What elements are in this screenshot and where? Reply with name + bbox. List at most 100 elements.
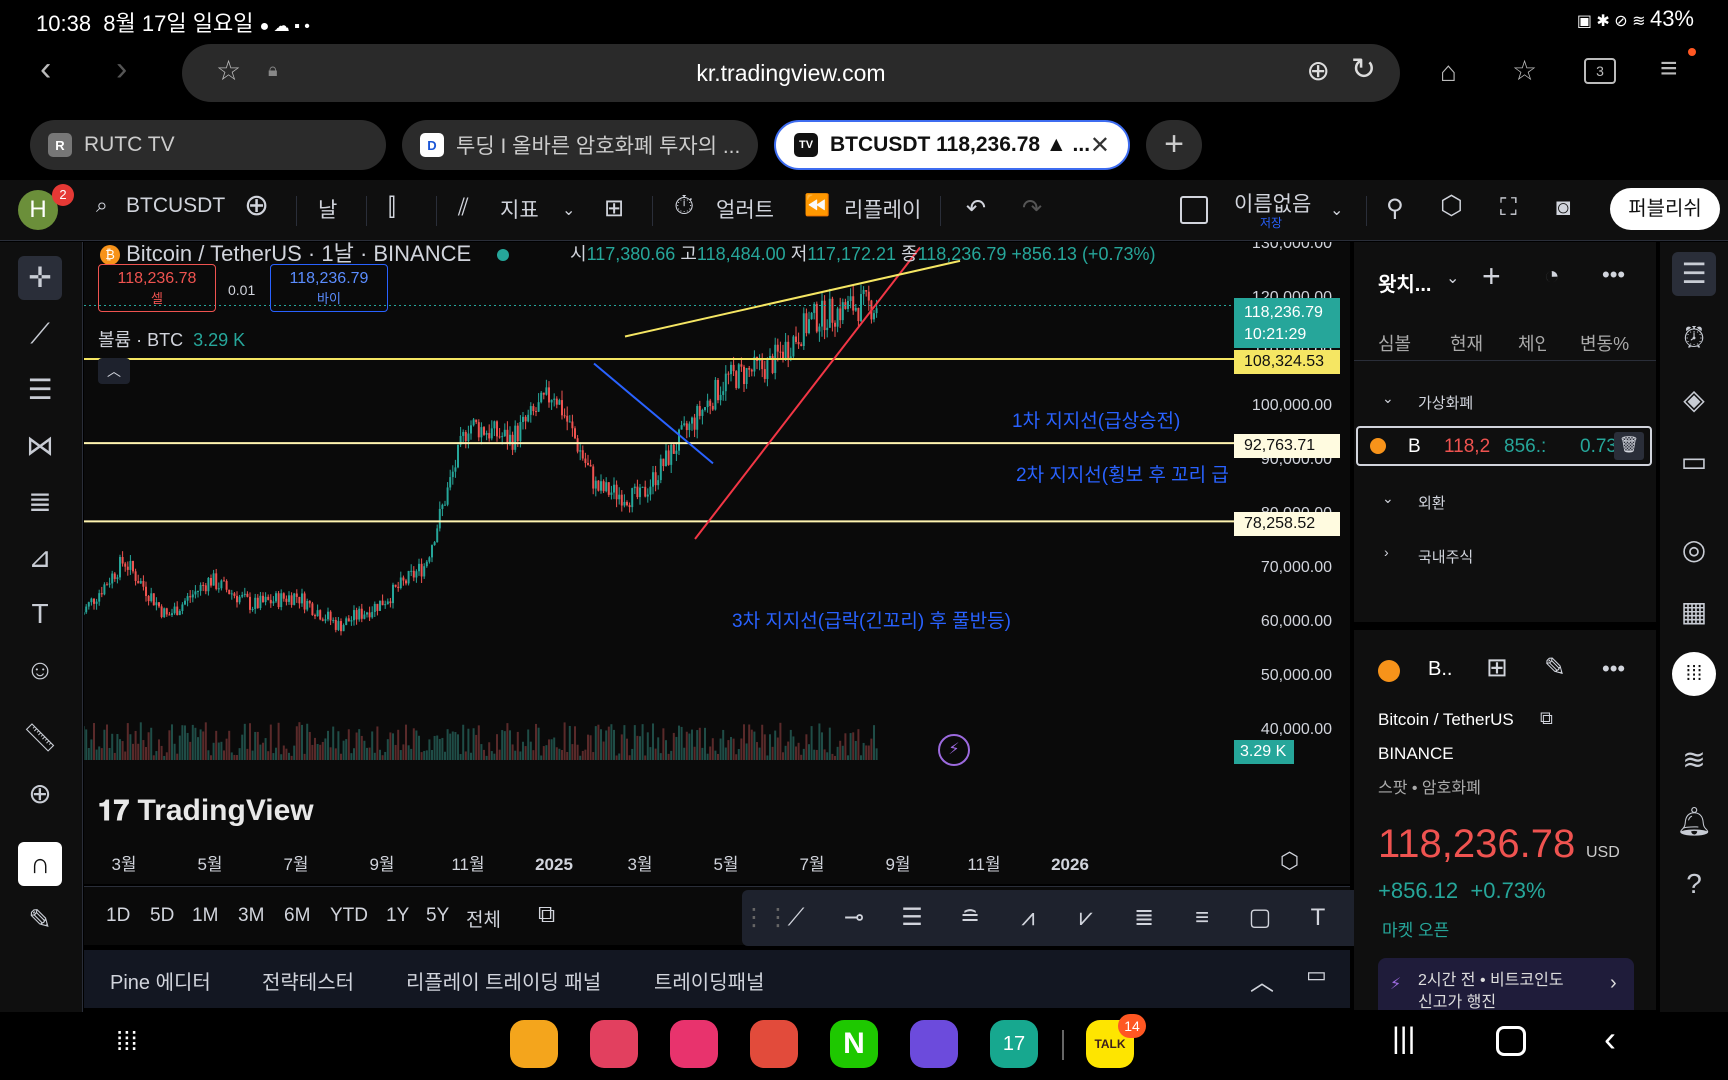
maximize-panel-icon[interactable]: ▭: [1306, 962, 1327, 988]
range-6m[interactable]: 6M: [284, 905, 310, 927]
calendar-icon[interactable]: ▦: [1672, 590, 1716, 634]
lightning-icon[interactable]: ⚡: [938, 734, 970, 766]
external-link-icon[interactable]: ⧉: [1540, 708, 1553, 729]
grid-icon[interactable]: ⊞: [1486, 652, 1508, 683]
camera-icon[interactable]: ◙: [1556, 194, 1571, 222]
back-button-icon[interactable]: ‹: [1604, 1018, 1616, 1060]
broadcast-icon[interactable]: ≋: [1672, 738, 1716, 782]
interval-button[interactable]: 날: [318, 194, 337, 224]
chevron-down-icon[interactable]: ⌄: [1446, 268, 1459, 288]
internet-app-icon[interactable]: [910, 1020, 958, 1068]
replay-icon[interactable]: ⏪: [804, 194, 830, 218]
crosshair-icon[interactable]: ✛: [18, 256, 62, 300]
price-chart[interactable]: 130,000.00120,000.00110,000.00100,000.00…: [84, 241, 1350, 884]
chevron-down-icon[interactable]: ⌄: [1330, 200, 1343, 220]
tab-tooding[interactable]: D 투딩 I 올바른 암호화폐 투자의 ...: [402, 120, 758, 170]
elliott-wave-icon[interactable]: ⩘: [1008, 900, 1048, 936]
bookmarks-icon[interactable]: ☆: [1512, 54, 1537, 87]
chevron-down-icon[interactable]: ⌄: [562, 200, 575, 220]
rectangle-tool-icon[interactable]: ▢: [1240, 900, 1280, 936]
tab-rutc[interactable]: R RUTC TV: [30, 120, 386, 170]
group-chevron-icon[interactable]: ⌄: [1382, 390, 1394, 407]
detail-name[interactable]: Bitcoin / TetherUS: [1378, 710, 1514, 730]
annotation-1[interactable]: 1차 지지선(급상승전): [1012, 406, 1180, 433]
publish-button[interactable]: 퍼블리쉬: [1610, 188, 1720, 230]
home-icon[interactable]: ⌂: [1440, 56, 1457, 88]
ruler-icon[interactable]: 📏︎: [18, 716, 62, 760]
range-ytd[interactable]: YTD: [330, 905, 368, 927]
flower-app-icon[interactable]: [670, 1020, 718, 1068]
fib-icon[interactable]: ≣: [18, 480, 62, 524]
parallel-lines-icon[interactable]: ☰: [892, 900, 932, 936]
watchlist-row-btc[interactable]: B 118,2 856.: 0.73 🗑︎: [1356, 426, 1652, 466]
help-icon[interactable]: ?: [1672, 862, 1716, 906]
col-change-pct[interactable]: 변동%: [1580, 330, 1629, 356]
home-button-icon[interactable]: [1496, 1026, 1526, 1056]
back-icon[interactable]: ‹: [40, 50, 51, 89]
quick-search-icon[interactable]: ⚲: [1386, 194, 1404, 223]
lock-drawings-icon[interactable]: ✎: [18, 898, 62, 942]
alert-button[interactable]: 얼러트: [716, 194, 774, 224]
tab-strategy-tester[interactable]: 전략테스터: [262, 966, 354, 995]
magnet-icon[interactable]: ∩: [18, 842, 62, 886]
range-1d[interactable]: 1D: [106, 905, 130, 927]
layouts-icon[interactable]: ⊞: [604, 194, 624, 223]
group-forex[interactable]: 외환: [1418, 492, 1446, 513]
notes-app-icon[interactable]: [750, 1020, 798, 1068]
horizontal-lines-icon[interactable]: ☰: [18, 368, 62, 412]
naver-app-icon[interactable]: N: [830, 1020, 878, 1068]
indicators-icon[interactable]: ⫽: [458, 194, 469, 222]
legend-title[interactable]: Bitcoin / TetherUS · 1날 · BINANCE: [126, 241, 471, 266]
indicators-button[interactable]: 지표: [500, 194, 539, 224]
tab-trading-panel[interactable]: 트레이딩패널: [654, 966, 764, 995]
symbol-search[interactable]: BTCUSDT: [126, 194, 225, 218]
zoom-in-icon[interactable]: ⊕: [18, 772, 62, 816]
emoji-icon[interactable]: ☺: [18, 648, 62, 692]
group-chevron-icon[interactable]: ⌄: [1382, 490, 1394, 507]
fullscreen-icon[interactable]: ⛶: [1500, 194, 1517, 222]
news-card[interactable]: ⚡ 2시간 전 • 비트코인도 신고가 행진 ›: [1378, 958, 1634, 1011]
group-kr-stocks[interactable]: 국내주식: [1418, 546, 1473, 567]
undo-icon[interactable]: ↶: [966, 194, 986, 223]
more-icon[interactable]: •••: [1602, 656, 1625, 682]
address-bar[interactable]: ☆ 🔒︎ kr.tradingview.com ⊕ ↻: [182, 44, 1400, 102]
range-5y[interactable]: 5Y: [426, 905, 449, 927]
alarm-clock-icon[interactable]: ⏰︎: [1672, 316, 1716, 360]
layout-square-icon[interactable]: [1180, 196, 1208, 224]
replay-button[interactable]: 리플레이: [844, 194, 921, 224]
add-symbol-icon[interactable]: +: [1482, 258, 1501, 295]
collapse-legend-button[interactable]: ︿: [98, 358, 130, 384]
range-1y[interactable]: 1Y: [386, 905, 409, 927]
range-5d[interactable]: 5D: [150, 905, 174, 927]
gallery-app-icon[interactable]: [590, 1020, 638, 1068]
abc-wave-icon[interactable]: ⩗: [1066, 900, 1106, 936]
group-crypto[interactable]: 가상화폐: [1418, 392, 1473, 413]
range-1m[interactable]: 1M: [192, 905, 218, 927]
settings-icon[interactable]: ⬡: [1440, 190, 1463, 221]
expand-panel-icon[interactable]: ︿: [1250, 962, 1274, 997]
close-tab-icon[interactable]: ✕: [1090, 131, 1110, 160]
annotation-2[interactable]: 2차 지지선(횡보 후 꼬리 급: [1016, 460, 1318, 487]
drag-handle-icon[interactable]: ⋮⋮: [742, 900, 790, 936]
redo-icon[interactable]: ↷: [1022, 194, 1042, 223]
col-change[interactable]: 체인: [1518, 330, 1546, 356]
apps-grid-icon[interactable]: ⁞⁞⁞: [1672, 652, 1716, 696]
menu-icon[interactable]: ≡: [1660, 52, 1678, 86]
reload-icon[interactable]: ↻: [1351, 52, 1376, 87]
layers-icon[interactable]: ◈: [1672, 378, 1716, 422]
chart-canvas[interactable]: 130,000.00120,000.00110,000.00100,000.00…: [84, 242, 1350, 884]
group-chevron-icon[interactable]: ›: [1384, 544, 1389, 560]
line-tool-icon[interactable]: ⟋: [776, 900, 816, 936]
candle-style-icon[interactable]: ⫿: [388, 194, 396, 222]
buy-button[interactable]: 118,236.79 바이: [270, 264, 388, 312]
col-symbol[interactable]: 심볼: [1378, 330, 1418, 356]
new-tab-button[interactable]: +: [1146, 120, 1202, 170]
app-drawer-icon[interactable]: ⁞⁞⁞: [116, 1026, 138, 1057]
fib-retrace-icon[interactable]: ≣: [1124, 900, 1164, 936]
fib-extension-icon[interactable]: ≡: [1182, 900, 1222, 936]
download-icon[interactable]: ⊕: [1307, 54, 1330, 87]
forward-icon[interactable]: ›: [116, 50, 127, 89]
range-all[interactable]: 전체: [466, 905, 501, 932]
bell-icon[interactable]: 🔔︎: [1672, 800, 1716, 844]
more-icon[interactable]: •••: [1602, 262, 1625, 288]
